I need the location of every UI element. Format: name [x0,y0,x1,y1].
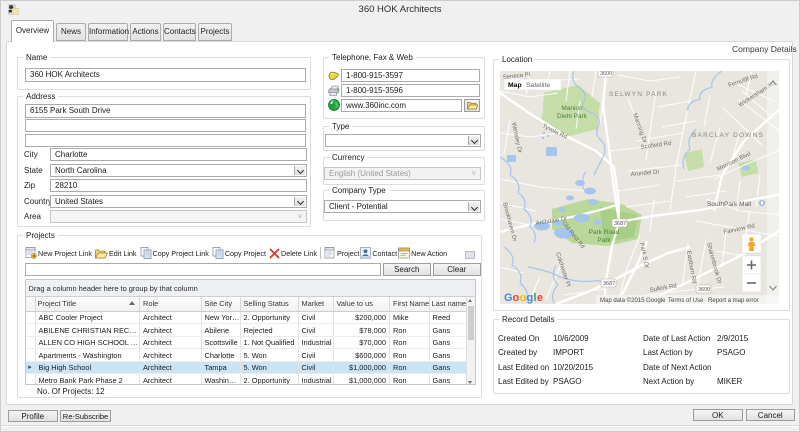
svg-text:o: o [513,292,520,304]
svg-text:Map data ©2015 Google: Map data ©2015 Google [600,297,666,304]
svg-text:Park: Park [597,237,611,244]
svg-text:Map: Map [508,82,522,89]
svg-text:Manion: Manion [561,105,583,112]
svg-text:BARCLAY DOWNS: BARCLAY DOWNS [692,132,764,139]
svg-text:Report a map error: Report a map error [708,298,759,304]
svg-text:G: G [504,292,513,304]
svg-text:3600: 3600 [600,71,612,77]
svg-text:3687: 3687 [603,281,615,287]
svg-text:3687: 3687 [614,221,626,227]
svg-text:Park Road: Park Road [589,229,620,236]
svg-text:3600: 3600 [698,287,710,293]
svg-text:Satellite: Satellite [526,82,550,89]
svg-text:o: o [520,292,527,304]
svg-text:Diehl Park: Diehl Park [557,113,588,120]
svg-text:SELWYN PARK: SELWYN PARK [609,91,668,98]
svg-text:SouthPark Mall: SouthPark Mall [707,201,752,208]
svg-text:e: e [537,292,543,304]
svg-text:g: g [527,292,534,304]
svg-text:Terms of Use: Terms of Use [668,298,704,304]
